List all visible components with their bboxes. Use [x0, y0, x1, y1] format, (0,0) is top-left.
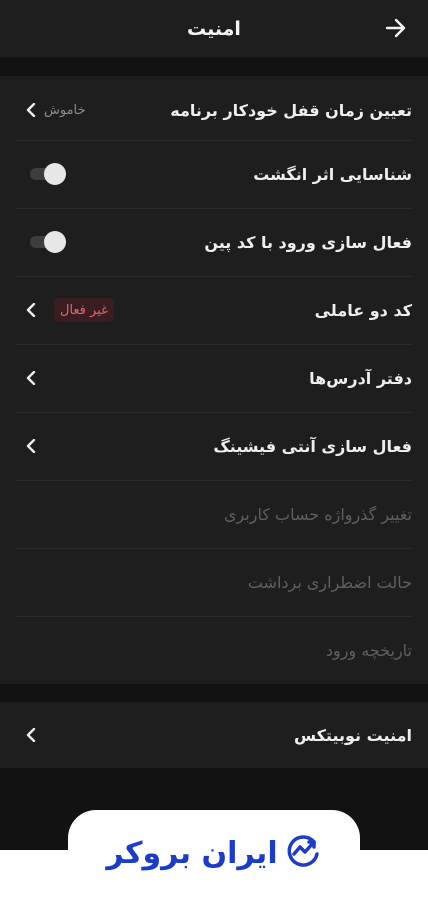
page-title: امنیت [187, 17, 241, 40]
anti-phishing-row[interactable]: فعال سازی آنتی فیشینگ [16, 412, 412, 480]
emergency-withdrawal-row: حالت اضطراری برداشت [16, 548, 412, 616]
toggle-knob [44, 163, 66, 185]
emergency-withdrawal-label: حالت اضطراری برداشت [247, 572, 412, 592]
nobitex-security-row[interactable]: امنیت نوبیتکس [16, 702, 412, 768]
auto-lock-value: خاموش [44, 102, 86, 118]
fingerprint-row: شناسایی اثر انگشت [16, 140, 412, 208]
chevron-left-icon [24, 437, 38, 455]
chart-check-logo-icon [286, 834, 322, 872]
two-factor-row[interactable]: کد دو عاملی غیر فعال [16, 276, 412, 344]
login-history-row: تاریخچه ورود [16, 616, 412, 684]
login-history-label: تاریخچه ورود [325, 640, 412, 660]
fingerprint-label: شناسایی اثر انگشت [253, 164, 412, 184]
app-header: امنیت [0, 0, 428, 58]
address-book-row[interactable]: دفتر آدرس‌ها [16, 344, 412, 412]
pin-login-row: فعال سازی ورود با کد پین [16, 208, 412, 276]
nobitex-security-section: امنیت نوبیتکس [0, 702, 428, 768]
chevron-left-icon [24, 726, 38, 744]
security-settings-list: تعیین زمان قفل خودکار برنامه خاموش شناسا… [0, 76, 428, 684]
chevron-left-icon [24, 301, 38, 319]
pin-login-toggle[interactable] [28, 231, 68, 253]
auto-lock-row[interactable]: تعیین زمان قفل خودکار برنامه خاموش [16, 76, 412, 144]
fingerprint-toggle[interactable] [28, 163, 68, 185]
anti-phishing-label: فعال سازی آنتی فیشینگ [213, 436, 412, 456]
nobitex-security-label: امنیت نوبیتکس [294, 725, 412, 745]
change-password-label: تغییر گذرواژه حساب کاربری [223, 504, 412, 524]
address-book-label: دفتر آدرس‌ها [309, 368, 412, 388]
chevron-left-icon [24, 369, 38, 387]
watermark-logo: ایران بروکر [104, 828, 324, 878]
pin-login-label: فعال سازی ورود با کد پین [204, 232, 412, 252]
change-password-row: تغییر گذرواژه حساب کاربری [16, 480, 412, 548]
auto-lock-label: تعیین زمان قفل خودکار برنامه [170, 100, 412, 120]
toggle-knob [44, 231, 66, 253]
two-factor-label: کد دو عاملی [314, 300, 412, 320]
status-badge: غیر فعال [54, 298, 114, 322]
watermark-text: ایران بروکر [106, 835, 278, 871]
chevron-left-icon [24, 101, 38, 119]
back-arrow-icon[interactable] [384, 14, 408, 42]
